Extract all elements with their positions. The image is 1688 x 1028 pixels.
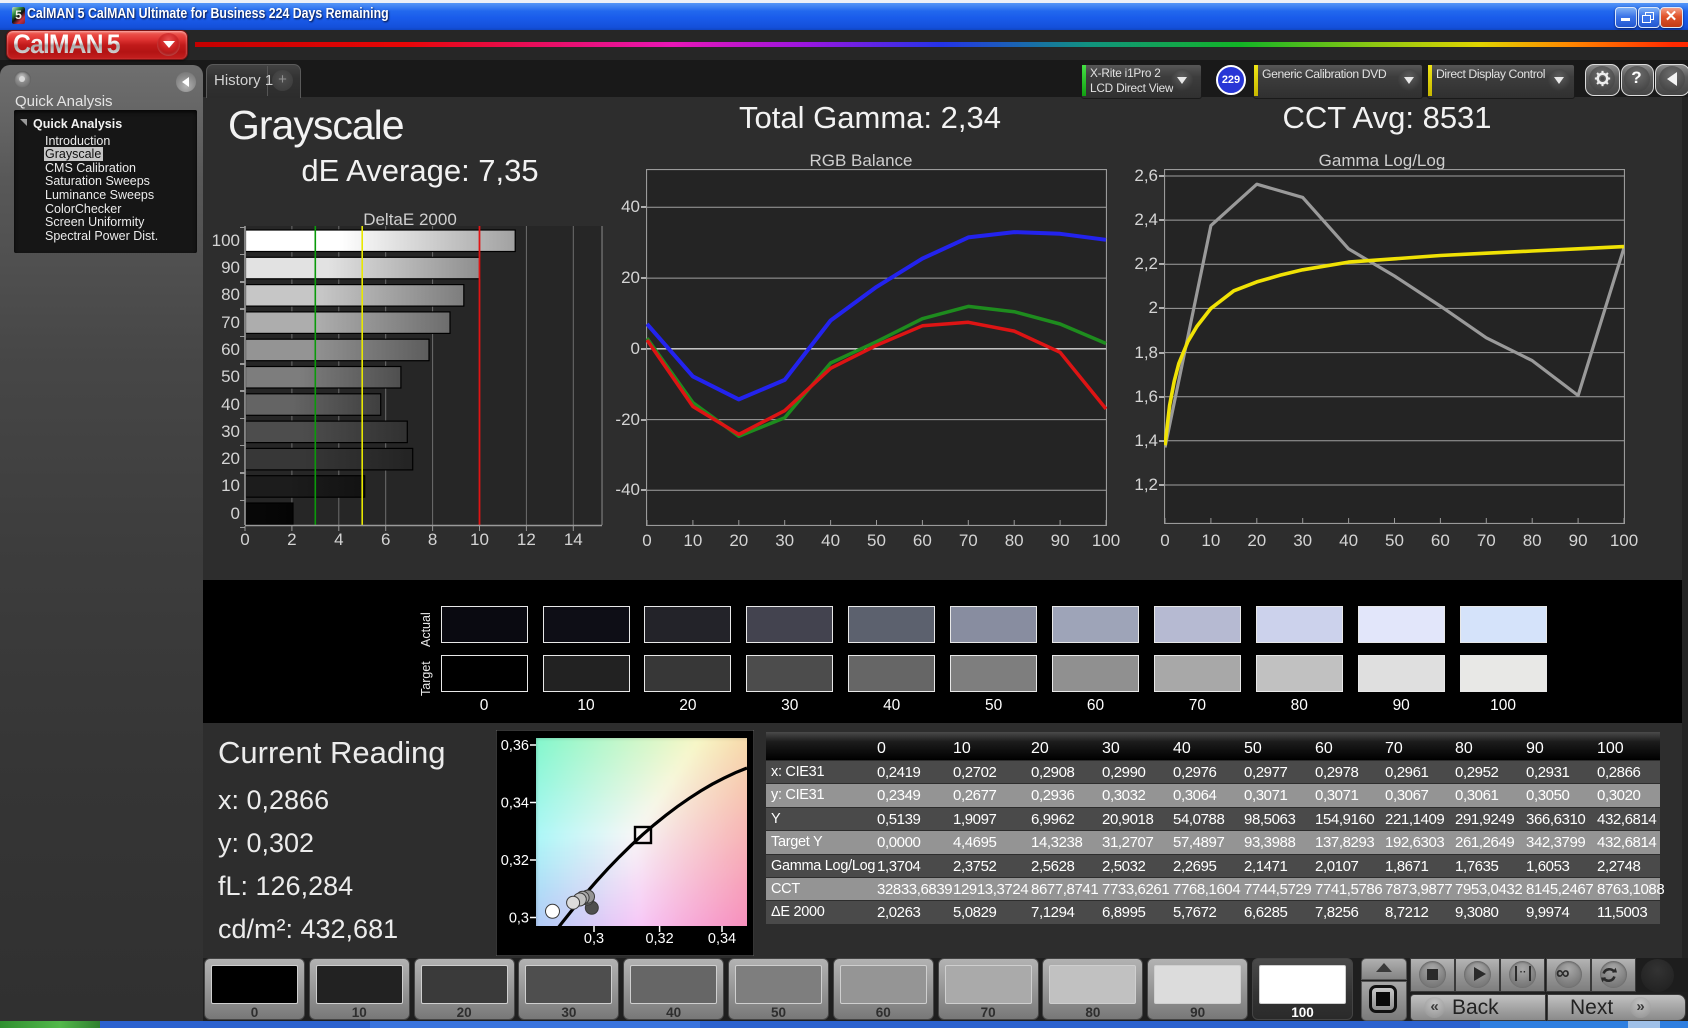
svg-text:0,36: 0,36 xyxy=(501,738,529,754)
svg-text:0,34: 0,34 xyxy=(708,931,736,947)
svg-text:0,32: 0,32 xyxy=(501,853,529,869)
svg-text:0,3: 0,3 xyxy=(584,931,604,947)
svg-text:0,3: 0,3 xyxy=(509,911,529,927)
svg-text:0,34: 0,34 xyxy=(501,796,529,812)
svg-text:0,32: 0,32 xyxy=(645,931,673,947)
